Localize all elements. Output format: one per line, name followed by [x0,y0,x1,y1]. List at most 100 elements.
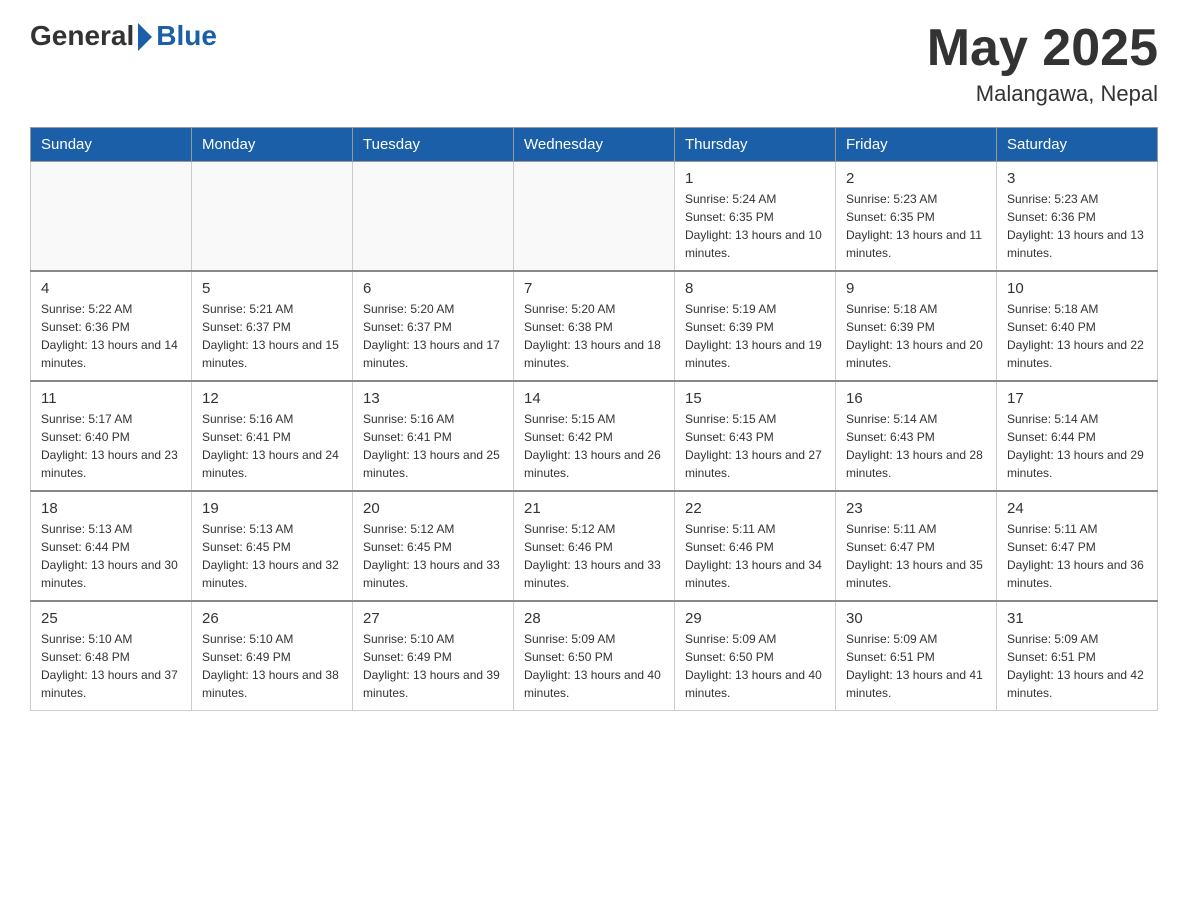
day-info: Sunrise: 5:24 AM Sunset: 6:35 PM Dayligh… [685,190,825,262]
calendar-cell: 29Sunrise: 5:09 AM Sunset: 6:50 PM Dayli… [675,601,836,711]
calendar-cell: 27 Sunrise: 5:10 AM Sunset: 6:49 PM Dayli… [353,601,514,711]
day-info: Sunrise: 5:16 AM Sunset: 6:41 PM Dayligh… [202,410,342,482]
calendar-cell: 1Sunrise: 5:24 AM Sunset: 6:35 PM Daylig… [675,162,836,272]
calendar-week-row: 11Sunrise: 5:17 AM Sunset: 6:40 PM Dayli… [31,381,1158,491]
day-number: 25 [41,610,181,627]
calendar-week-row: 4 Sunrise: 5:22 AM Sunset: 6:36 PM Daylig… [31,271,1158,381]
col-header-saturday: Saturday [997,128,1158,162]
calendar-header-row: SundayMondayTuesdayWednesdayThursdayFrid… [31,128,1158,162]
logo-arrow-icon [138,23,152,51]
day-number: 30 [846,610,986,627]
calendar-cell: 30 Sunrise: 5:09 AM Sunset: 6:51 PM Dayli… [836,601,997,711]
day-info: Sunrise: 5:11 AM Sunset: 6:46 PM Dayligh… [685,520,825,592]
calendar-cell: 25Sunrise: 5:10 AM Sunset: 6:48 PM Dayli… [31,601,192,711]
calendar-week-row: 1Sunrise: 5:24 AM Sunset: 6:35 PM Daylig… [31,162,1158,272]
day-info: Sunrise: 5:18 AM Sunset: 6:40 PM Dayligh… [1007,300,1147,372]
calendar-cell: 8Sunrise: 5:19 AM Sunset: 6:39 PM Daylig… [675,271,836,381]
day-number: 13 [363,390,503,407]
day-info: Sunrise: 5:09 AM Sunset: 6:51 PM Dayligh… [1007,630,1147,702]
day-info: Sunrise: 5:18 AM Sunset: 6:39 PM Dayligh… [846,300,986,372]
calendar-cell: 26 Sunrise: 5:10 AM Sunset: 6:49 PM Dayli… [192,601,353,711]
calendar-cell [353,162,514,272]
day-number: 22 [685,500,825,517]
col-header-tuesday: Tuesday [353,128,514,162]
day-info: Sunrise: 5:16 AM Sunset: 6:41 PM Dayligh… [363,410,503,482]
day-info: Sunrise: 5:10 AM Sunset: 6:49 PM Dayligh… [202,630,342,702]
calendar-table: SundayMondayTuesdayWednesdayThursdayFrid… [30,127,1158,711]
col-header-sunday: Sunday [31,128,192,162]
title-block: May 2025 Malangawa, Nepal [927,20,1158,107]
calendar-cell [192,162,353,272]
day-info: Sunrise: 5:21 AM Sunset: 6:37 PM Dayligh… [202,300,342,372]
calendar-cell: 14Sunrise: 5:15 AM Sunset: 6:42 PM Dayli… [514,381,675,491]
calendar-cell: 2Sunrise: 5:23 AM Sunset: 6:35 PM Daylig… [836,162,997,272]
logo-blue-text: Blue [156,20,217,52]
calendar-week-row: 18Sunrise: 5:13 AM Sunset: 6:44 PM Dayli… [31,491,1158,601]
calendar-cell [31,162,192,272]
page-header: General Blue May 2025 Malangawa, Nepal [30,20,1158,107]
day-number: 4 [41,280,181,297]
calendar-cell: 28 Sunrise: 5:09 AM Sunset: 6:50 PM Dayli… [514,601,675,711]
calendar-cell: 5 Sunrise: 5:21 AM Sunset: 6:37 PM Daylig… [192,271,353,381]
col-header-thursday: Thursday [675,128,836,162]
month-title: May 2025 [927,20,1158,77]
day-number: 17 [1007,390,1147,407]
day-info: Sunrise: 5:20 AM Sunset: 6:37 PM Dayligh… [363,300,503,372]
calendar-cell: 13 Sunrise: 5:16 AM Sunset: 6:41 PM Dayli… [353,381,514,491]
calendar-cell: 20Sunrise: 5:12 AM Sunset: 6:45 PM Dayli… [353,491,514,601]
day-number: 9 [846,280,986,297]
day-info: Sunrise: 5:23 AM Sunset: 6:36 PM Dayligh… [1007,190,1147,262]
day-number: 20 [363,500,503,517]
day-number: 8 [685,280,825,297]
calendar-cell: 31 Sunrise: 5:09 AM Sunset: 6:51 PM Dayli… [997,601,1158,711]
day-info: Sunrise: 5:11 AM Sunset: 6:47 PM Dayligh… [1007,520,1147,592]
day-number: 28 [524,610,664,627]
calendar-cell: 7Sunrise: 5:20 AM Sunset: 6:38 PM Daylig… [514,271,675,381]
day-number: 7 [524,280,664,297]
day-number: 14 [524,390,664,407]
calendar-cell: 17 Sunrise: 5:14 AM Sunset: 6:44 PM Dayli… [997,381,1158,491]
col-header-wednesday: Wednesday [514,128,675,162]
day-number: 16 [846,390,986,407]
day-info: Sunrise: 5:14 AM Sunset: 6:44 PM Dayligh… [1007,410,1147,482]
day-number: 29 [685,610,825,627]
calendar-cell: 9 Sunrise: 5:18 AM Sunset: 6:39 PM Daylig… [836,271,997,381]
day-info: Sunrise: 5:10 AM Sunset: 6:49 PM Dayligh… [363,630,503,702]
calendar-cell: 4 Sunrise: 5:22 AM Sunset: 6:36 PM Daylig… [31,271,192,381]
day-number: 3 [1007,170,1147,187]
calendar-cell: 18Sunrise: 5:13 AM Sunset: 6:44 PM Dayli… [31,491,192,601]
col-header-monday: Monday [192,128,353,162]
day-info: Sunrise: 5:15 AM Sunset: 6:43 PM Dayligh… [685,410,825,482]
logo: General Blue [30,20,217,52]
day-number: 10 [1007,280,1147,297]
day-info: Sunrise: 5:09 AM Sunset: 6:51 PM Dayligh… [846,630,986,702]
day-info: Sunrise: 5:09 AM Sunset: 6:50 PM Dayligh… [524,630,664,702]
calendar-cell: 24Sunrise: 5:11 AM Sunset: 6:47 PM Dayli… [997,491,1158,601]
day-number: 18 [41,500,181,517]
day-number: 26 [202,610,342,627]
day-number: 21 [524,500,664,517]
calendar-cell: 22 Sunrise: 5:11 AM Sunset: 6:46 PM Dayli… [675,491,836,601]
calendar-cell: 10 Sunrise: 5:18 AM Sunset: 6:40 PM Dayli… [997,271,1158,381]
day-number: 15 [685,390,825,407]
calendar-cell: 23 Sunrise: 5:11 AM Sunset: 6:47 PM Dayli… [836,491,997,601]
calendar-cell: 12 Sunrise: 5:16 AM Sunset: 6:41 PM Dayli… [192,381,353,491]
calendar-cell: 15 Sunrise: 5:15 AM Sunset: 6:43 PM Dayli… [675,381,836,491]
location-label: Malangawa, Nepal [927,81,1158,107]
day-number: 12 [202,390,342,407]
day-number: 5 [202,280,342,297]
day-number: 2 [846,170,986,187]
calendar-cell [514,162,675,272]
day-info: Sunrise: 5:14 AM Sunset: 6:43 PM Dayligh… [846,410,986,482]
day-number: 27 [363,610,503,627]
day-number: 31 [1007,610,1147,627]
day-number: 23 [846,500,986,517]
calendar-cell: 3 Sunrise: 5:23 AM Sunset: 6:36 PM Daylig… [997,162,1158,272]
day-info: Sunrise: 5:12 AM Sunset: 6:46 PM Dayligh… [524,520,664,592]
day-info: Sunrise: 5:13 AM Sunset: 6:45 PM Dayligh… [202,520,342,592]
day-info: Sunrise: 5:11 AM Sunset: 6:47 PM Dayligh… [846,520,986,592]
day-info: Sunrise: 5:22 AM Sunset: 6:36 PM Dayligh… [41,300,181,372]
calendar-week-row: 25Sunrise: 5:10 AM Sunset: 6:48 PM Dayli… [31,601,1158,711]
day-number: 19 [202,500,342,517]
day-info: Sunrise: 5:17 AM Sunset: 6:40 PM Dayligh… [41,410,181,482]
